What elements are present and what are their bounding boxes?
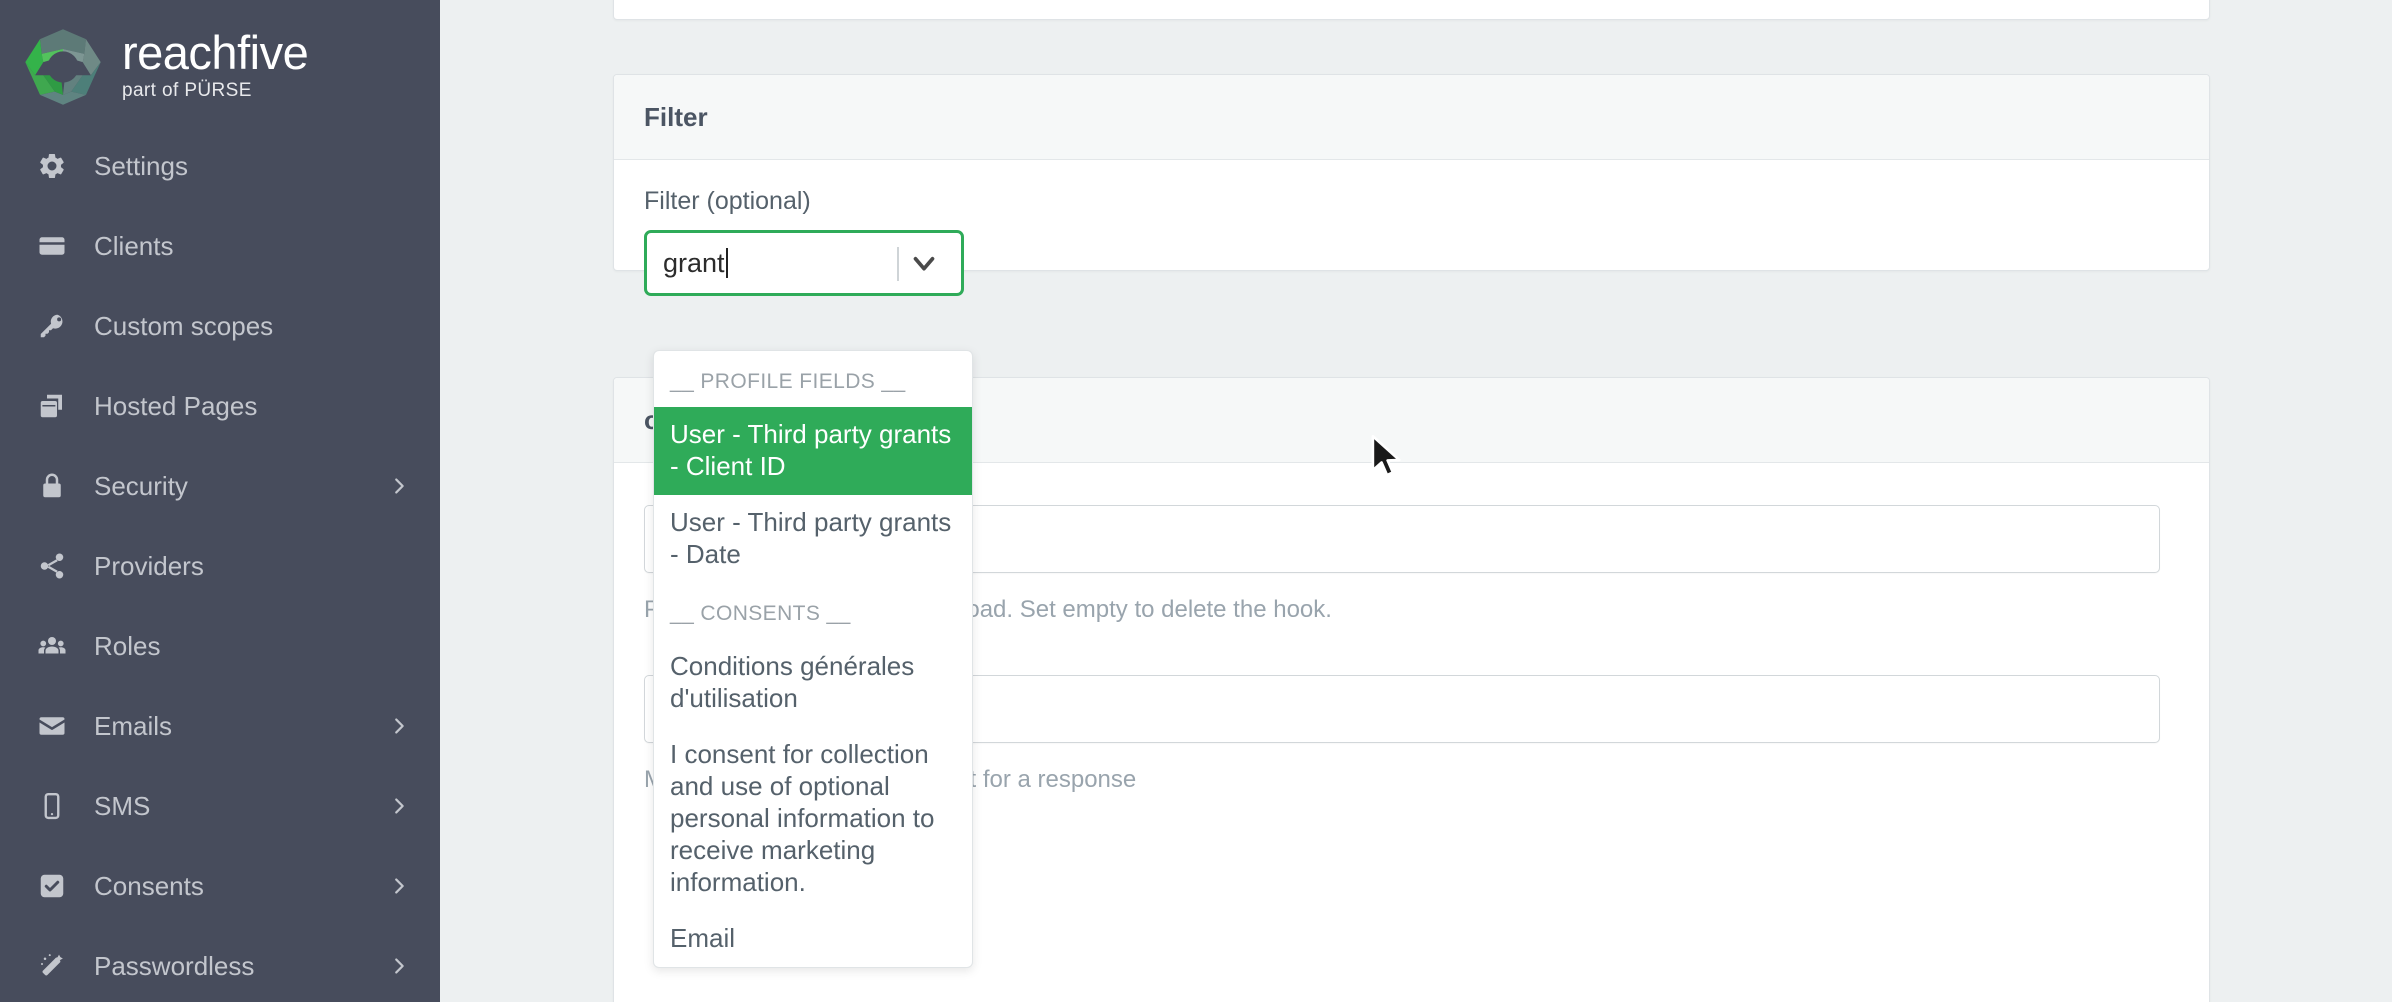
brand[interactable]: reachfive part of PÜRSE [0, 0, 440, 112]
dropdown-option[interactable]: Conditions générales d'utilisation [654, 639, 972, 727]
sidebar-item-security[interactable]: Security [0, 446, 440, 526]
filter-card: Filter Filter (optional) grant [613, 74, 2210, 296]
text-caret [725, 248, 728, 278]
sidebar-item-label: Emails [94, 711, 173, 741]
mobile-icon [32, 791, 72, 821]
filter-dropdown-menu[interactable]: __ PROFILE FIELDS __ User - Third party … [653, 350, 973, 968]
sidebar-item-custom-scopes[interactable]: Custom scopes [0, 286, 440, 366]
gear-icon [32, 151, 72, 181]
sidebar-item-passwordless[interactable]: Passwordless [0, 926, 440, 1002]
share-icon [32, 551, 72, 581]
dropdown-option[interactable]: I consent for collection and use of opti… [654, 727, 972, 911]
sidebar-item-label: SMS [94, 791, 151, 821]
magic-wand-icon [32, 951, 72, 981]
card-above [613, 0, 2210, 20]
sidebar-item-roles[interactable]: Roles [0, 606, 440, 686]
brand-text: reachfive part of PÜRSE [122, 25, 309, 106]
sidebar-item-providers[interactable]: Providers [0, 526, 440, 606]
sidebar-item-settings[interactable]: Settings [0, 126, 440, 206]
sidebar: reachfive part of PÜRSE Settings Clients [0, 0, 440, 1002]
checkbox-icon [32, 871, 72, 901]
app-root: reachfive part of PÜRSE Settings Clients [0, 0, 2392, 1002]
sidebar-item-clients[interactable]: Clients [0, 206, 440, 286]
chevron-right-icon [388, 875, 410, 897]
dropdown-group-label: __ PROFILE FIELDS __ [670, 370, 906, 393]
chevron-right-icon [388, 475, 410, 497]
brand-name: reachfive [122, 25, 309, 79]
sidebar-item-label: Settings [94, 151, 188, 181]
sidebar-item-label: Clients [94, 231, 174, 261]
chevron-right-icon [388, 715, 410, 737]
sidebar-item-consents[interactable]: Consents [0, 846, 440, 926]
dropdown-option[interactable]: User - Third party grants - Date [654, 495, 972, 583]
chevron-right-icon [388, 955, 410, 977]
sidebar-item-label: Consents [94, 871, 204, 901]
sidebar-item-emails[interactable]: Emails [0, 686, 440, 766]
filter-select[interactable]: grant [644, 230, 964, 296]
sidebar-item-label: Custom scopes [94, 311, 274, 341]
filter-field-label: Filter (optional) [644, 187, 811, 215]
chevron-right-icon [388, 795, 410, 817]
select-separator [897, 247, 899, 281]
filter-card-body: Filter (optional) grant [614, 160, 2209, 296]
dropdown-option[interactable]: User - Third party grants - Client ID [654, 407, 972, 495]
sidebar-item-sms[interactable]: SMS [0, 766, 440, 846]
brand-tagline: part of PÜRSE [122, 79, 252, 101]
chevron-down-icon[interactable] [901, 233, 947, 293]
sidebar-item-label: Security [94, 471, 188, 501]
dropdown-group-label: __ CONSENTS __ [670, 602, 851, 625]
filter-select-value: grant [647, 247, 728, 279]
sidebar-item-hosted-pages[interactable]: Hosted Pages [0, 366, 440, 446]
reachfive-polygon-logo-icon [22, 26, 104, 108]
card-icon [32, 231, 72, 261]
sidebar-item-label: Passwordless [94, 951, 255, 981]
lock-icon [32, 471, 72, 501]
users-icon [32, 631, 72, 661]
sidebar-item-label: Providers [94, 551, 204, 581]
sidebar-item-label: Roles [94, 631, 161, 661]
dropdown-option[interactable]: Email [654, 911, 972, 967]
sidebar-item-label: Hosted Pages [94, 391, 258, 421]
main-content: Filter Filter (optional) grant ook POST … [440, 0, 2392, 1002]
key-icon [32, 311, 72, 341]
windows-icon [32, 391, 72, 421]
filter-select-text: grant [663, 248, 725, 278]
envelope-icon [32, 711, 72, 741]
filter-card-title: Filter [614, 75, 2209, 160]
sidebar-nav: Settings Clients Custom scopes Hosted Pa… [0, 126, 440, 1002]
